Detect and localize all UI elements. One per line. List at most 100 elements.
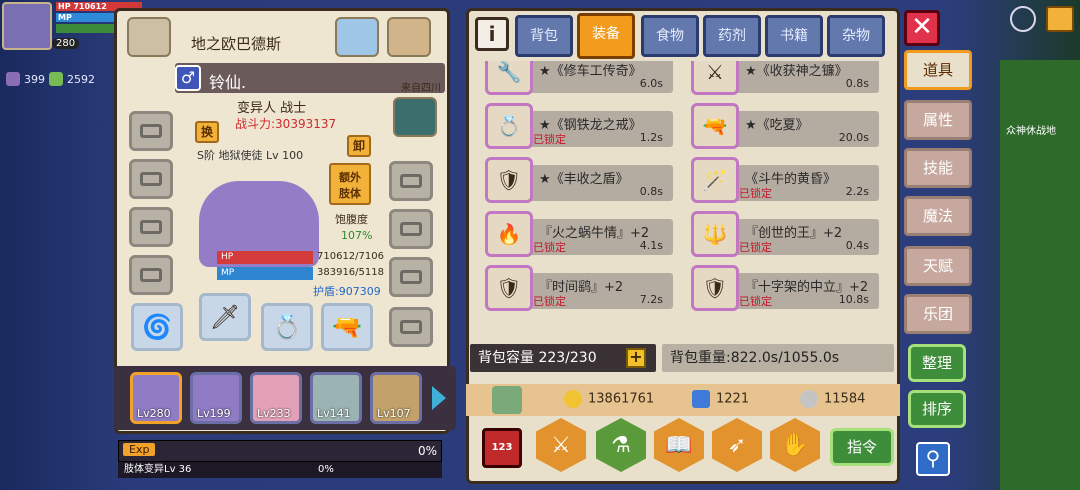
satiety-label: 饱腹度 (335, 213, 368, 226)
gold-counter: 13861761 (564, 390, 654, 408)
gold-coin-icon (564, 390, 582, 408)
shield-value: 护盾:907309 (313, 285, 381, 298)
male-icon: ♂ (175, 65, 201, 91)
equip-slot-3[interactable] (129, 207, 173, 247)
staff-icon: 🪄 (691, 157, 739, 203)
bag-weight: 背包重量:822.0s/1055.0s (662, 344, 894, 372)
sidebar-item-talent[interactable]: 天赋 (904, 246, 972, 286)
currency-bar: 13861761 1221 11584 (466, 384, 900, 416)
resource-1: 399 (24, 72, 45, 86)
character-name: 铃仙. (209, 73, 247, 92)
character-origin: 来自四川 (401, 83, 441, 94)
scythe-icon: ⚔ (691, 61, 739, 95)
equip-slot-7[interactable] (389, 257, 433, 297)
hp-value: 710612/7106 (317, 251, 384, 262)
gun-icon[interactable]: 🔫 (321, 303, 373, 351)
leaf-icon (49, 72, 63, 86)
equip-slot-4[interactable] (129, 255, 173, 295)
tab-bag[interactable]: 背包 (515, 15, 573, 57)
mp-bar: MP (217, 267, 313, 280)
map-area-label: 众神休战地 (1006, 126, 1056, 137)
tab-potion[interactable]: 药剂 (703, 15, 761, 57)
ring-icon[interactable]: 💍 (261, 303, 313, 351)
sidebar-item-magic[interactable]: 魔法 (904, 196, 972, 236)
character-title: 地之欧巴德斯 (191, 35, 282, 53)
close-icon[interactable]: ✕ (904, 10, 940, 46)
resource-2: 2592 (67, 72, 95, 86)
wrench-icon: 🔧 (485, 61, 533, 95)
sidebar-item-skills[interactable]: 技能 (904, 148, 972, 188)
list-item[interactable]: 🛡 『时间鹞』+2 已锁定 7.2s (473, 257, 673, 321)
player-avatar[interactable] (2, 2, 52, 50)
info-icon[interactable]: i (475, 17, 509, 51)
sword-icon[interactable]: 🗡 (199, 293, 251, 341)
item-list[interactable]: 🔧 ★《修车工传奇》 6.0s ⚔ ★《收获神之镰》 0.8s 💍 ★《钢铁龙之戒》 已锁定… (473, 61, 895, 333)
guild-emblem-icon[interactable] (127, 17, 171, 57)
tab-food[interactable]: 食物 (641, 15, 699, 57)
exp-percent: 0% (417, 444, 437, 458)
silver-coin-icon (800, 390, 818, 408)
scepter-icon: 🔱 (691, 211, 739, 257)
satiety-value: 107% (341, 229, 373, 242)
equip-slot-5[interactable] (389, 161, 433, 201)
diamond-icon (692, 390, 710, 408)
command-button[interactable]: 指令 (830, 428, 894, 466)
sidebar-item-band[interactable]: 乐团 (904, 294, 972, 334)
party-bar: Lv280 Lv199 Lv233 Lv141 Lv107 (114, 366, 456, 430)
equip-slot-6[interactable] (389, 209, 433, 249)
equip-slot-8[interactable] (389, 307, 433, 347)
download-icon[interactable] (492, 386, 522, 414)
party-member-3[interactable]: Lv233 (250, 372, 302, 424)
sidebar-item-items[interactable]: 道具 (904, 50, 972, 90)
exp-bar: Exp 0% (118, 440, 442, 462)
party-member-5[interactable]: Lv107 (370, 372, 422, 424)
expand-capacity-button[interactable]: + (626, 348, 646, 368)
silver-counter: 11584 (800, 390, 865, 408)
search-icon[interactable]: ⚲ (916, 442, 950, 476)
tab-equipment[interactable]: 装备 (577, 13, 635, 59)
crystal-icon (6, 72, 20, 86)
limb-mutation-bar: 肢体变异Lv 36 0% (118, 462, 442, 478)
sort-button[interactable]: 排序 (908, 390, 966, 428)
tab-books[interactable]: 书籍 (765, 15, 823, 57)
armor-icon: 🛡 (691, 265, 739, 311)
bag-capacity-text: 背包容量 223/230 (478, 350, 597, 366)
beacon-icon[interactable] (335, 17, 379, 57)
gem-counter: 1221 (692, 390, 749, 408)
accessory-icon[interactable]: 🌀 (131, 303, 183, 351)
party-member-1[interactable]: Lv280 (130, 372, 182, 424)
shield-icon: 🛡 (485, 157, 533, 203)
unequip-button[interactable]: 卸 (347, 135, 371, 157)
sidebar-item-attributes[interactable]: 属性 (904, 100, 972, 140)
ring-icon: 💍 (485, 103, 533, 149)
party-member-2[interactable]: Lv199 (190, 372, 242, 424)
hanger-icon[interactable] (387, 17, 431, 57)
equip-slot-1[interactable] (129, 111, 173, 151)
ranking-icon[interactable]: 123 (482, 428, 522, 468)
swap-button[interactable]: 换 (195, 121, 219, 143)
limb-mutation-label: 肢体变异Lv 36 (124, 464, 192, 475)
character-class: 变异人 战士 (237, 101, 307, 116)
globe-icon[interactable] (1010, 6, 1036, 32)
resource-row: 399 2592 (6, 72, 95, 86)
hp-bar: HP (217, 251, 313, 264)
party-next-arrow-icon[interactable] (432, 386, 446, 410)
crest-icon[interactable] (393, 97, 437, 137)
player-hud: HP 710612 MP 280 (0, 0, 142, 60)
torch-icon: 🔥 (485, 211, 533, 257)
armor-icon: 🛡 (485, 265, 533, 311)
hud-level-badge: 280 (52, 38, 80, 49)
tab-misc[interactable]: 杂物 (827, 15, 885, 57)
exp-label: Exp (123, 443, 156, 456)
party-member-4[interactable]: Lv141 (310, 372, 362, 424)
list-item[interactable]: 🛡 『十字架的中立』+2 已锁定 10.8s (679, 257, 879, 321)
extra-limb-button[interactable]: 额外 肢体 (329, 163, 371, 205)
organize-button[interactable]: 整理 (908, 344, 966, 382)
water-gun-icon: 🔫 (691, 103, 739, 149)
hud-sp-bar (56, 24, 116, 33)
character-rank: S阶 地狱使徒 Lv 100 (197, 149, 304, 162)
fullscreen-icon[interactable] (1046, 6, 1074, 32)
combat-power: 战斗力:30393137 (235, 117, 337, 131)
limb-mutation-percent: 0% (318, 464, 334, 475)
equip-slot-2[interactable] (129, 159, 173, 199)
